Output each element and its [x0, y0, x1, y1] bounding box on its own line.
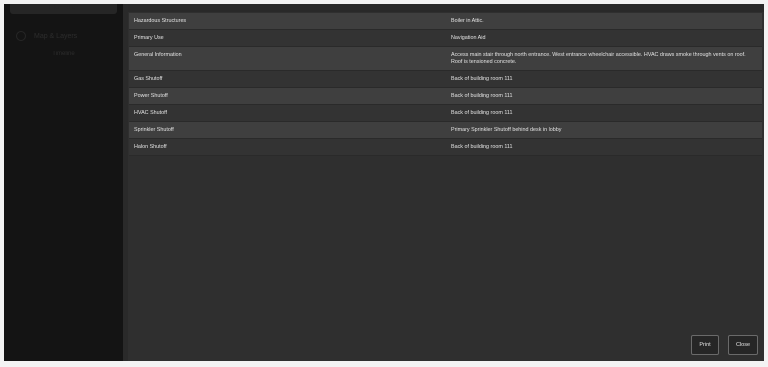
row-label: Hazardous Structures [134, 18, 187, 24]
sidebar: Information Map & Layers Timeline [4, 4, 123, 361]
app-window: Information Map & Layers Timeline Hazard… [4, 4, 764, 361]
sidebar-item-label: Map & Layers [34, 32, 78, 40]
row-value: Back of building room 111 [451, 110, 513, 116]
row-value: Back of building room 111 [451, 144, 513, 150]
table-row: Sprinkler Shutoff Primary Sprinkler Shut… [129, 122, 762, 139]
info-table: Hazardous Structures Boiler in Attic. Pr… [129, 13, 762, 156]
row-label: General Information [134, 52, 182, 58]
row-label: HVAC Shutoff [134, 110, 168, 116]
row-label: Gas Shutoff [134, 76, 163, 82]
table-row: Power Shutoff Back of building room 111 [129, 88, 762, 105]
building-info-panel: Hazardous Structures Boiler in Attic. Pr… [128, 4, 764, 361]
table-row: Hazardous Structures Boiler in Attic. [129, 13, 762, 30]
row-value: Access main stair through north entrance… [451, 52, 746, 65]
table-row: Halon Shutoff Back of building room 111 [129, 139, 762, 156]
row-value: Boiler in Attic. [451, 18, 484, 24]
sidebar-top-tab[interactable]: Information [10, 4, 117, 14]
row-value: Back of building room 111 [451, 76, 513, 82]
row-value: Back of building room 111 [451, 93, 513, 99]
sidebar-top-tab-label: Information [48, 5, 79, 11]
row-value: Navigation Aid [451, 35, 486, 41]
panel-header [128, 4, 764, 12]
row-value: Primary Sprinkler Shutoff behind desk in… [451, 127, 562, 133]
table-row: Primary Use Navigation Aid [129, 30, 762, 47]
layers-icon [16, 31, 26, 41]
table-row: General Information Access main stair th… [129, 47, 762, 71]
table-row: Gas Shutoff Back of building room 111 [129, 71, 762, 88]
row-label: Power Shutoff [134, 93, 168, 99]
table-row: HVAC Shutoff Back of building room 111 [129, 105, 762, 122]
sidebar-item-map-layers[interactable]: Map & Layers [16, 31, 77, 41]
print-button[interactable]: Print [691, 335, 719, 355]
sidebar-item-timeline[interactable]: Timeline [4, 51, 123, 57]
row-label: Halon Shutoff [134, 144, 167, 150]
row-label: Primary Use [134, 35, 164, 41]
row-label: Sprinkler Shutoff [134, 127, 174, 133]
close-button[interactable]: Close [728, 335, 758, 355]
